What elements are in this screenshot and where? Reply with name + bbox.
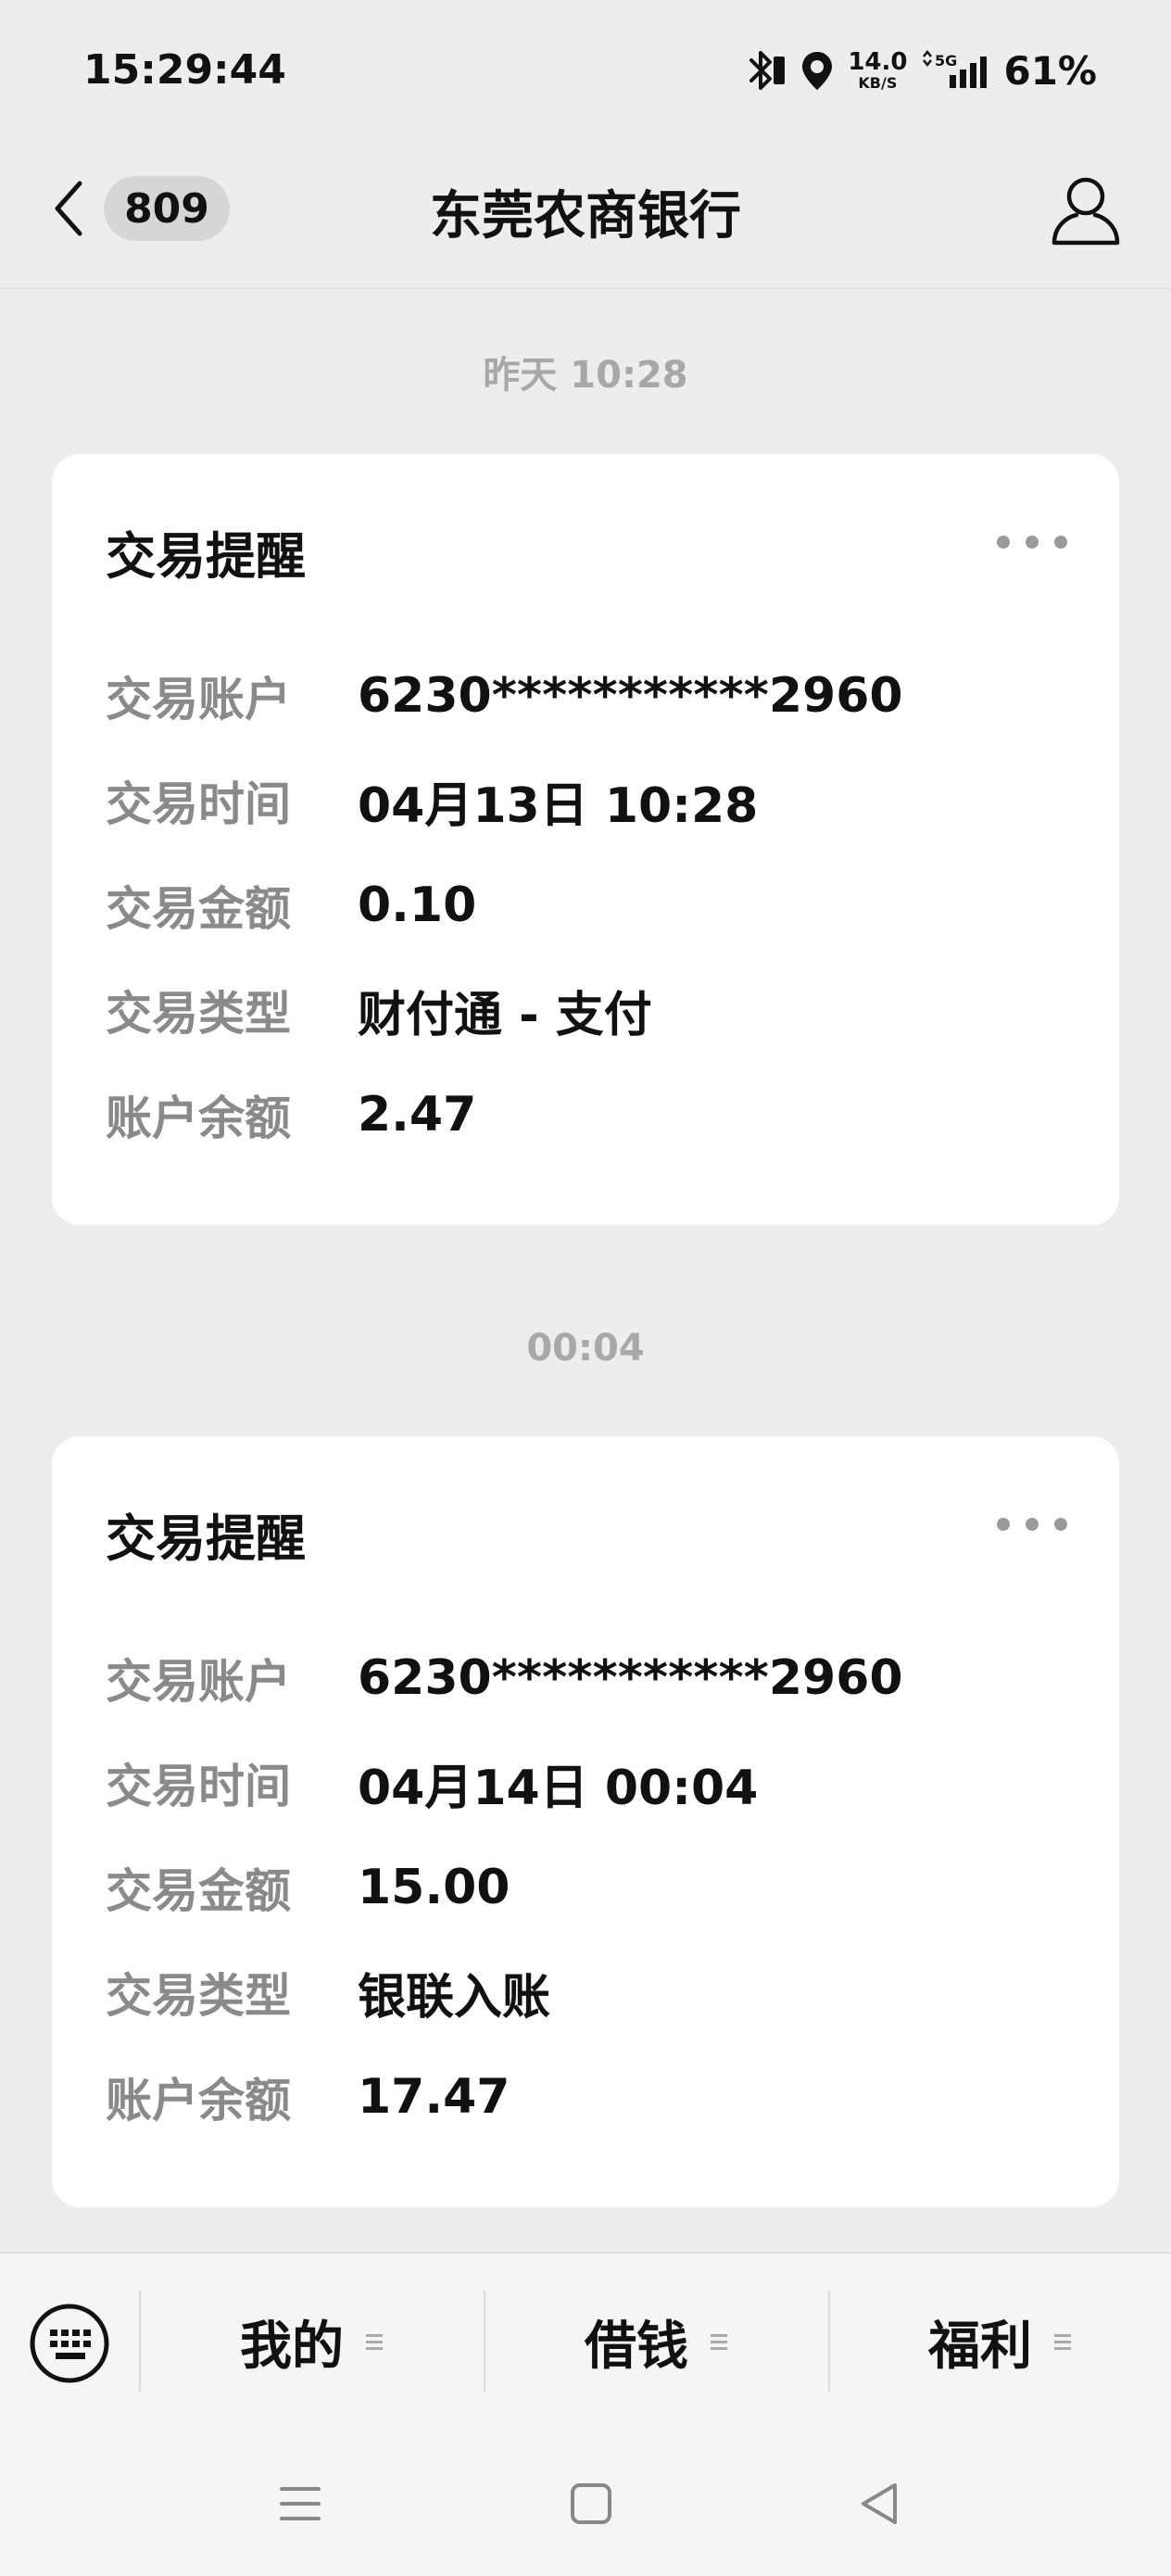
keyboard-toggle-button[interactable] bbox=[28, 2302, 111, 2385]
row-label: 交易金额 bbox=[106, 1864, 291, 1918]
signal-icon: 5G bbox=[920, 49, 990, 92]
row-value: 银联入账 bbox=[358, 1969, 551, 2026]
row-label: 交易金额 bbox=[106, 882, 291, 936]
bluetooth-icon bbox=[746, 49, 787, 92]
hamburger-icon bbox=[1054, 2334, 1071, 2350]
row-value: 0.10 bbox=[358, 878, 477, 933]
network-speed-unit: KB/S bbox=[858, 74, 898, 92]
card-row: 交易类型 银联入账 bbox=[106, 1960, 551, 2026]
card-title: 交易提醒 bbox=[106, 527, 306, 586]
page-title: 东莞农商银行 bbox=[430, 186, 741, 246]
more-options-button[interactable] bbox=[997, 1510, 1067, 1538]
card-row: 账户余额 2.47 bbox=[106, 1082, 476, 1147]
network-speed-value: 14.0 bbox=[848, 48, 908, 76]
card-row: 交易账户 6230***********2960 bbox=[106, 1646, 903, 1711]
message-time-label: 00:04 bbox=[526, 1327, 645, 1370]
more-options-button[interactable] bbox=[997, 528, 1067, 556]
menu-item-label: 借钱 bbox=[585, 2316, 688, 2377]
row-label: 交易时间 bbox=[106, 1760, 291, 1813]
home-square-icon bbox=[571, 2483, 611, 2524]
network-speed: 14.0 KB/S bbox=[848, 50, 907, 91]
row-value: 17.47 bbox=[358, 2069, 510, 2125]
recents-icon bbox=[280, 2487, 321, 2520]
menu-item-label: 我的 bbox=[240, 2316, 344, 2377]
more-dots-icon bbox=[997, 1518, 1010, 1531]
card-title: 交易提醒 bbox=[106, 1509, 306, 1568]
row-label: 交易账户 bbox=[106, 673, 291, 726]
back-triangle-icon bbox=[862, 2483, 897, 2524]
row-value: 6230***********2960 bbox=[358, 668, 903, 724]
row-value: 财付通 - 支付 bbox=[358, 987, 652, 1043]
battery-percent: 61% bbox=[1003, 47, 1097, 94]
system-navigation-bar bbox=[0, 2428, 1171, 2576]
card-row: 账户余额 17.47 bbox=[106, 2065, 510, 2129]
row-label: 交易类型 bbox=[106, 1969, 291, 2023]
more-dots-icon bbox=[997, 536, 1010, 549]
row-label: 交易时间 bbox=[106, 777, 291, 831]
row-value: 2.47 bbox=[358, 1087, 477, 1143]
status-bar: 15:29:44 14.0 KB/S 5G 61% bbox=[0, 0, 1171, 139]
chat-header: 809 东莞农商银行 bbox=[0, 139, 1171, 289]
recent-apps-button[interactable] bbox=[272, 2476, 328, 2532]
row-label: 交易账户 bbox=[106, 1655, 291, 1709]
menu-item-label: 福利 bbox=[928, 2316, 1032, 2377]
person-icon bbox=[1051, 177, 1120, 246]
profile-button[interactable] bbox=[1049, 170, 1123, 248]
hamburger-icon bbox=[711, 2334, 727, 2350]
card-row: 交易时间 04月13日 10:28 bbox=[106, 768, 759, 834]
row-label: 账户余额 bbox=[106, 2074, 291, 2128]
keyboard-icon bbox=[30, 2304, 109, 2383]
card-row: 交易类型 财付通 - 支付 bbox=[106, 978, 652, 1043]
card-row: 交易金额 0.10 bbox=[106, 873, 476, 938]
status-icons: 14.0 KB/S 5G 61% bbox=[746, 44, 1097, 96]
row-label: 账户余额 bbox=[106, 1092, 291, 1145]
system-back-button[interactable] bbox=[852, 2476, 908, 2532]
menu-item-mine[interactable]: 我的 bbox=[141, 2291, 484, 2393]
row-value: 15.00 bbox=[358, 1860, 510, 1915]
row-value: 6230***********2960 bbox=[358, 1650, 903, 1706]
network-type: 5G bbox=[935, 52, 957, 69]
card-row: 交易时间 04月14日 00:04 bbox=[106, 1750, 759, 1816]
row-value: 04月13日 10:28 bbox=[358, 777, 759, 834]
card-row: 交易金额 15.00 bbox=[106, 1855, 510, 1920]
status-time: 15:29:44 bbox=[83, 46, 286, 94]
transaction-card[interactable]: 交易提醒 交易账户 6230***********2960 交易时间 04月14… bbox=[52, 1436, 1119, 2207]
message-time-label: 昨天 10:28 bbox=[483, 354, 688, 397]
row-label: 交易类型 bbox=[106, 987, 291, 1041]
transaction-card[interactable]: 交易提醒 交易账户 6230***********2960 交易时间 04月13… bbox=[52, 454, 1119, 1225]
location-icon bbox=[800, 49, 835, 92]
menu-item-borrow[interactable]: 借钱 bbox=[485, 2291, 828, 2393]
menu-item-benefits[interactable]: 福利 bbox=[830, 2291, 1171, 2393]
card-row: 交易账户 6230***********2960 bbox=[106, 663, 903, 728]
hamburger-icon bbox=[366, 2334, 383, 2350]
home-button[interactable] bbox=[563, 2476, 619, 2532]
service-menu-bar: 我的 借钱 福利 bbox=[0, 2252, 1171, 2430]
row-value: 04月14日 00:04 bbox=[358, 1760, 759, 1816]
